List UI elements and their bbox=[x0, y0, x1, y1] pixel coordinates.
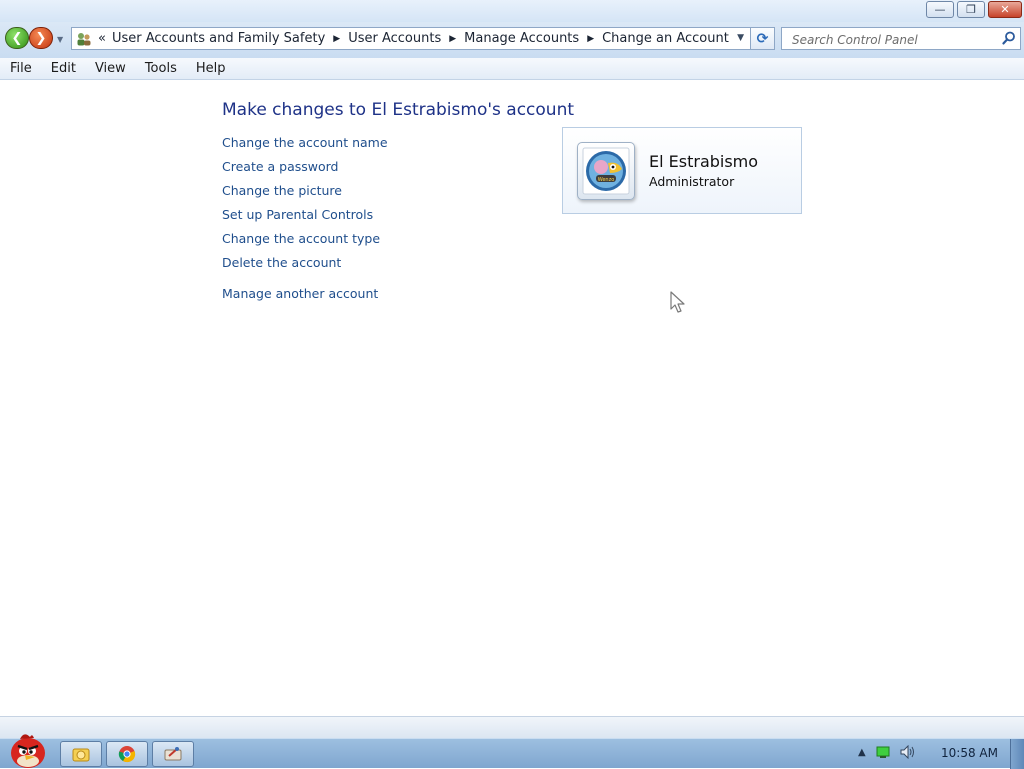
taskbar-chrome-button[interactable] bbox=[106, 741, 148, 767]
main-content: Make changes to El Estrabismo's account … bbox=[0, 80, 1024, 716]
menu-edit[interactable]: Edit bbox=[41, 61, 85, 76]
close-button[interactable]: ✕ bbox=[988, 1, 1022, 18]
search-icon[interactable] bbox=[1002, 31, 1016, 45]
change-account-type-link[interactable]: Change the account type bbox=[222, 231, 388, 255]
change-picture-link[interactable]: Change the picture bbox=[222, 183, 388, 207]
search-box[interactable] bbox=[781, 27, 1021, 50]
svg-text:Wenzo: Wenzo bbox=[598, 177, 615, 183]
notification-area: ▲ bbox=[858, 745, 916, 759]
page-title: Make changes to El Estrabismo's account bbox=[222, 100, 575, 120]
menu-tools[interactable]: Tools bbox=[135, 61, 186, 76]
manage-another-account-link[interactable]: Manage another account bbox=[222, 286, 388, 310]
breadcrumb-separator-icon[interactable]: ▶ bbox=[587, 34, 594, 44]
back-arrow-icon: ❮ bbox=[11, 30, 23, 46]
network-icon[interactable] bbox=[876, 746, 890, 758]
volume-icon[interactable] bbox=[900, 745, 916, 759]
close-icon: ✕ bbox=[1000, 3, 1010, 16]
mouse-pointer-icon bbox=[670, 291, 685, 313]
forward-arrow-icon: ❯ bbox=[35, 30, 47, 46]
start-button-angry-bird-icon[interactable] bbox=[4, 731, 50, 769]
forward-button[interactable]: ❯ bbox=[29, 27, 53, 49]
recent-pages-dropdown[interactable]: ▼ bbox=[57, 35, 63, 44]
change-account-name-link[interactable]: Change the account name bbox=[222, 135, 388, 159]
account-type: Administrator bbox=[649, 174, 735, 189]
maximize-button[interactable]: ❐ bbox=[957, 1, 985, 18]
address-dropdown-icon[interactable]: ▼ bbox=[737, 33, 744, 43]
create-password-link[interactable]: Create a password bbox=[222, 159, 388, 183]
breadcrumb-separator-icon[interactable]: ▶ bbox=[449, 34, 456, 44]
clock[interactable]: 10:58 AM bbox=[941, 746, 998, 760]
breadcrumb-user-accounts-family-safety[interactable]: User Accounts and Family Safety bbox=[112, 31, 325, 46]
show-hidden-icons-icon[interactable]: ▲ bbox=[858, 747, 866, 758]
delete-account-link[interactable]: Delete the account bbox=[222, 255, 388, 279]
control-panel-icon bbox=[164, 747, 182, 761]
account-card: Wenzo El Estrabismo Administrator bbox=[562, 127, 802, 214]
address-bar[interactable]: « User Accounts and Family Safety ▶ User… bbox=[71, 27, 751, 50]
menu-file[interactable]: File bbox=[0, 61, 41, 76]
menu-help[interactable]: Help bbox=[186, 61, 235, 76]
menu-bar: File Edit View Tools Help bbox=[0, 58, 1024, 80]
breadcrumb-separator-icon[interactable]: ▶ bbox=[333, 34, 340, 44]
show-desktop-button[interactable] bbox=[1010, 739, 1024, 769]
restore-icon: ❐ bbox=[966, 3, 976, 16]
window-controls: — ❐ ✕ bbox=[926, 1, 1022, 18]
account-name: El Estrabismo bbox=[649, 152, 759, 171]
refresh-icon: ⟳ bbox=[756, 30, 769, 47]
search-input[interactable] bbox=[790, 29, 994, 50]
task-list: Change the account name Create a passwor… bbox=[222, 135, 388, 310]
taskbar-explorer-button[interactable] bbox=[60, 741, 102, 767]
chrome-icon bbox=[118, 746, 136, 763]
back-button[interactable]: ❮ bbox=[5, 27, 29, 49]
explorer-folder-icon bbox=[72, 748, 90, 762]
address-overflow-button[interactable]: « bbox=[98, 31, 106, 46]
title-bar: — ❐ ✕ bbox=[0, 0, 1024, 22]
breadcrumb-user-accounts[interactable]: User Accounts bbox=[348, 31, 441, 46]
minimize-button[interactable]: — bbox=[926, 1, 954, 18]
navigation-bar: ❮ ❯ ▼ « User Accounts and Family Safety … bbox=[0, 22, 1024, 58]
avatar: Wenzo bbox=[577, 142, 635, 200]
breadcrumb-manage-accounts[interactable]: Manage Accounts bbox=[464, 31, 579, 46]
taskbar-control-panel-button[interactable] bbox=[152, 741, 194, 767]
parental-controls-link[interactable]: Set up Parental Controls bbox=[222, 207, 388, 231]
minimize-icon: — bbox=[934, 3, 946, 16]
breadcrumb-change-an-account[interactable]: Change an Account bbox=[602, 31, 729, 46]
refresh-button[interactable]: ⟳ bbox=[751, 27, 775, 50]
account-picture-icon: Wenzo bbox=[582, 147, 630, 195]
menu-view[interactable]: View bbox=[85, 61, 135, 76]
taskbar: ▲ 10:58 AM bbox=[0, 734, 1024, 769]
status-bar bbox=[0, 716, 1024, 738]
user-accounts-icon bbox=[76, 31, 92, 47]
